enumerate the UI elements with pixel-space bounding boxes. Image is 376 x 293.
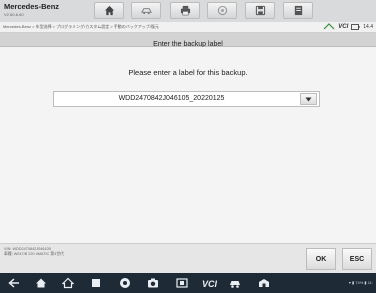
screen-record-icon bbox=[176, 278, 188, 288]
vehicle-swap-button[interactable] bbox=[131, 2, 161, 19]
recent-apps-icon bbox=[92, 279, 100, 287]
backup-label-field[interactable]: WDD2470842J046105_20220125 bbox=[53, 91, 320, 107]
camera-button[interactable] bbox=[147, 277, 159, 289]
save-icon bbox=[255, 5, 265, 16]
help-button[interactable] bbox=[207, 2, 237, 19]
home-button[interactable] bbox=[94, 2, 124, 19]
breadcrumb-bar: Mercedes-Benz > 车型选择 > プログラミング/カスタム設定 > … bbox=[0, 22, 376, 33]
system-status: ▾ ▮ 74% ▮ 11: bbox=[348, 280, 373, 285]
chevron-down-icon bbox=[305, 97, 312, 101]
shop-icon bbox=[259, 279, 269, 287]
footer-bar: VIN: WDD2470842J046105 車種: W247/B 220 4M… bbox=[0, 243, 376, 273]
vci-icon: VCI bbox=[202, 279, 218, 289]
back-button[interactable] bbox=[8, 277, 20, 289]
home-icon bbox=[104, 5, 114, 16]
backup-label-value: WDD2470842J046105_20220125 bbox=[118, 95, 225, 102]
esc-button[interactable]: ESC bbox=[342, 248, 372, 270]
home-nav-button[interactable] bbox=[35, 277, 47, 289]
recent-apps-button[interactable] bbox=[90, 277, 102, 289]
data-log-icon bbox=[294, 5, 302, 16]
battery-icon bbox=[351, 23, 360, 30]
prompt-text: Please enter a label for this backup. bbox=[128, 68, 248, 77]
print-button[interactable] bbox=[170, 2, 200, 19]
screen-record-button[interactable] bbox=[176, 277, 188, 289]
browser-icon bbox=[120, 278, 130, 288]
main-content: Please enter a label for this backup. WD… bbox=[0, 47, 376, 243]
vehicle-info: VIN: WDD2470842J046105 車種: W247/B 220 4M… bbox=[4, 247, 64, 257]
vci-signal-icon bbox=[323, 23, 335, 30]
shop-manager-button[interactable] bbox=[258, 277, 270, 289]
app-version: V2.60-6.60 bbox=[4, 12, 24, 17]
car-service-icon bbox=[230, 281, 240, 288]
home-nav-icon bbox=[36, 278, 46, 288]
vehicle-swap-icon bbox=[140, 8, 152, 15]
model-line: 車種: W247/B 220 4MATIC 第3世代 bbox=[4, 252, 64, 256]
print-icon bbox=[180, 5, 190, 16]
browser-button[interactable] bbox=[119, 277, 131, 289]
breadcrumb: Mercedes-Benz > 车型选择 > プログラミング/カスタム設定 > … bbox=[3, 24, 159, 29]
dropdown-button[interactable] bbox=[300, 93, 317, 105]
vci-nav-button[interactable]: VCI bbox=[202, 277, 218, 289]
house-outline-icon bbox=[62, 277, 74, 289]
brand-title: Mercedes-Benz bbox=[4, 2, 60, 11]
dialog-title-bar: Enter the backup label bbox=[0, 33, 376, 48]
remote-service-button[interactable] bbox=[229, 277, 241, 289]
data-log-button[interactable] bbox=[283, 2, 313, 19]
ok-button[interactable]: OK bbox=[306, 248, 336, 270]
vci-label: VCI bbox=[338, 23, 349, 30]
app-home-button[interactable] bbox=[62, 277, 74, 289]
back-arrow-icon bbox=[8, 278, 19, 288]
top-toolbar: Mercedes-Benz V2.60-6.60 bbox=[0, 0, 376, 22]
svg-text:VCI: VCI bbox=[202, 279, 218, 289]
connection-status: VCI 14.4 bbox=[323, 23, 373, 30]
save-button[interactable] bbox=[245, 2, 275, 19]
camera-icon bbox=[148, 278, 158, 288]
system-nav-bar: VCI ▾ ▮ 74% ▮ 11: bbox=[0, 273, 376, 293]
battery-voltage: 14.4 bbox=[363, 23, 373, 30]
help-icon bbox=[217, 5, 227, 16]
